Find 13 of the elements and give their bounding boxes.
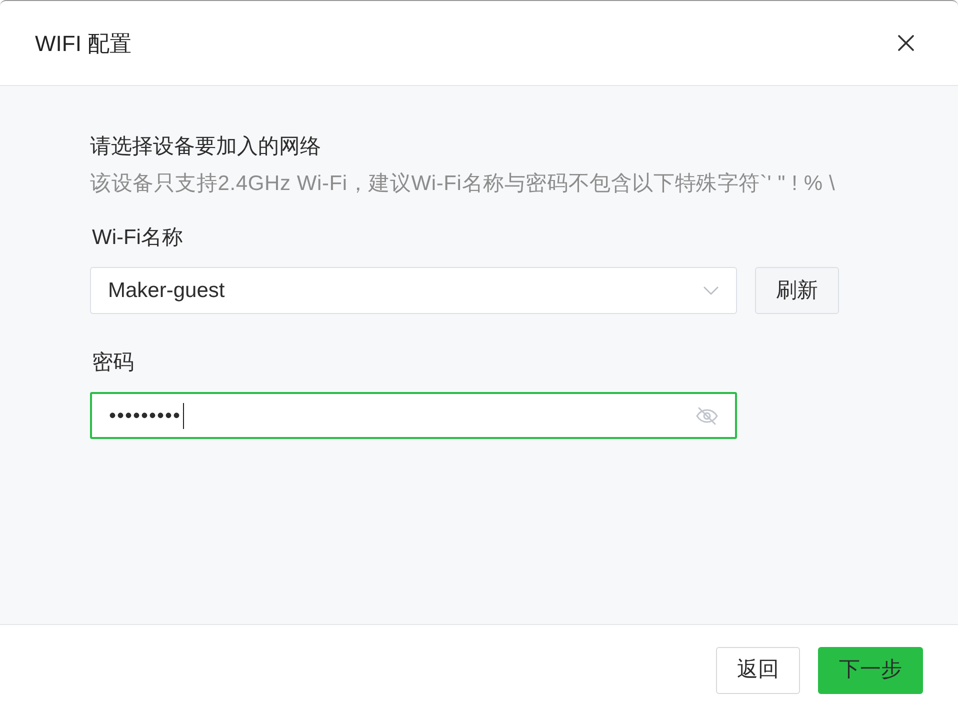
- text-caret-icon: [183, 402, 184, 428]
- refresh-button[interactable]: 刷新: [755, 267, 839, 314]
- hint-text: 该设备只支持2.4GHz Wi-Fi，建议Wi-Fi名称与密码不包含以下特殊字符`' " ! % \: [90, 171, 836, 197]
- wifi-select[interactable]: Maker-guest: [90, 267, 737, 314]
- password-field[interactable]: •••••••••: [90, 392, 737, 439]
- field-label: Wi-Fi名称: [92, 225, 183, 251]
- dialog-title: WIFI 配置: [35, 30, 132, 58]
- section-heading: 请选择设备要加入的网络: [90, 134, 321, 160]
- chevron-down-icon: [703, 286, 719, 295]
- field-label: 密码: [92, 350, 134, 376]
- back-button[interactable]: 返回: [716, 646, 800, 694]
- next-button[interactable]: 下一步: [818, 646, 923, 694]
- close-icon[interactable]: [898, 35, 914, 51]
